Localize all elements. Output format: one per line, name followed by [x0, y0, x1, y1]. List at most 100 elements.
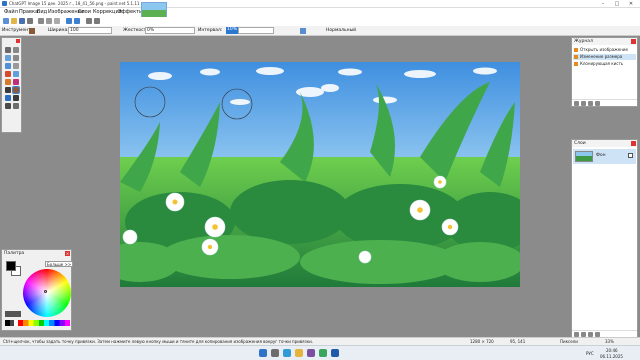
status-hint: Ctrl+щелчок, чтобы задать точку привязки…	[3, 339, 313, 344]
clock-date[interactable]: 06.11.2025	[600, 354, 623, 359]
close-icon[interactable]: ×	[65, 251, 70, 256]
zoom-level[interactable]: 33%	[605, 339, 614, 344]
palette-colors[interactable]	[5, 320, 70, 326]
explorer-icon[interactable]	[295, 349, 303, 357]
windows-start-icon[interactable]	[259, 349, 267, 357]
close-icon[interactable]	[16, 39, 20, 43]
history-title: Журнал	[572, 38, 637, 45]
close-icon[interactable]	[631, 39, 636, 44]
tool-options-bar: Инструмент: Ширина: 100 Жесткость: 0% Ин…	[0, 26, 640, 36]
cut-icon[interactable]	[38, 18, 44, 24]
redo-icon[interactable]	[74, 18, 80, 24]
save-icon[interactable]	[19, 18, 25, 24]
settings-icon[interactable]	[94, 18, 100, 24]
menu-view[interactable]: Вид	[37, 9, 47, 15]
redo-icon[interactable]	[588, 101, 593, 106]
menu-bar: Файл Правка Вид Изображение Слои Коррекц…	[0, 8, 640, 17]
app-icon[interactable]	[319, 349, 327, 357]
app-icon	[2, 1, 7, 6]
clone-stamp-icon[interactable]	[29, 28, 35, 34]
history-panel: Журнал Открыть изображение Изменение раз…	[571, 37, 638, 107]
vlc-icon[interactable]	[307, 349, 315, 357]
maximize-icon[interactable]: □	[610, 0, 624, 8]
status-bar: Ctrl+щелчок, чтобы задать точку привязки…	[0, 337, 640, 345]
paste-icon[interactable]	[54, 18, 60, 24]
tool-label: Инструмент:	[2, 28, 33, 33]
zoom-icon[interactable]	[5, 63, 11, 69]
eraser-icon[interactable]	[13, 79, 19, 85]
paintnet-icon[interactable]	[331, 349, 339, 357]
blend-mode[interactable]: Нормальный	[326, 28, 356, 33]
copy-icon[interactable]	[46, 18, 52, 24]
close-icon[interactable]: ✕	[624, 0, 638, 8]
close-icon[interactable]	[631, 141, 636, 146]
print-icon[interactable]	[27, 18, 33, 24]
edge-icon[interactable]	[283, 349, 291, 357]
history-item[interactable]: Клонирующая кисть	[573, 61, 636, 67]
image-size: 1280 × 720	[470, 339, 494, 344]
layer-visibility-checkbox[interactable]	[628, 153, 633, 158]
window-title: ChatGPT Image 15 дек. 2025 г., 18_41_56.…	[9, 1, 140, 6]
fast-forward-icon[interactable]	[595, 101, 600, 106]
search-icon[interactable]	[271, 349, 279, 357]
move-icon[interactable]	[13, 47, 19, 53]
image-canvas[interactable]	[120, 62, 520, 287]
layer-name: Фон	[596, 153, 606, 158]
palette-panel: Палитра × Больше >>	[1, 249, 74, 331]
gradient-icon[interactable]	[13, 71, 19, 77]
menu-layers[interactable]: Слои	[78, 9, 91, 15]
layers-footer	[572, 330, 637, 337]
undo-icon[interactable]	[66, 18, 72, 24]
palette-title: Палитра	[4, 251, 25, 256]
undo-icon[interactable]	[581, 101, 586, 106]
line-icon[interactable]	[5, 103, 11, 109]
pan-icon[interactable]	[13, 63, 19, 69]
hardness-field[interactable]: 0%	[145, 27, 195, 34]
color-wheel[interactable]	[23, 269, 71, 317]
width-label: Ширина:	[48, 28, 69, 33]
text-icon[interactable]	[13, 95, 19, 101]
layer-row[interactable]: Фон	[573, 149, 636, 164]
grid-icon[interactable]	[86, 18, 92, 24]
shapes-icon[interactable]	[13, 103, 19, 109]
lasso-icon[interactable]	[5, 55, 11, 61]
minimize-icon[interactable]: –	[596, 0, 610, 8]
menu-effects[interactable]: Эффекты	[118, 9, 143, 15]
cursor-position: 95, 141	[510, 339, 526, 344]
antialias-icon[interactable]	[300, 28, 306, 34]
quick-toolbar	[0, 17, 640, 26]
title-bar: ChatGPT Image 15 дек. 2025 г., 18_41_56.…	[0, 0, 640, 8]
rewind-icon[interactable]	[574, 101, 579, 106]
history-item[interactable]: Открыть изображение	[573, 47, 636, 53]
history-resize-icon	[574, 55, 578, 59]
pencil-icon[interactable]	[5, 87, 11, 93]
clone-stamp-icon[interactable]	[12, 86, 20, 94]
interval-field[interactable]: 10%	[226, 27, 238, 34]
language-indicator[interactable]: РУС	[586, 351, 594, 356]
width-field[interactable]: 100	[68, 27, 112, 34]
brush-icon[interactable]	[5, 79, 11, 85]
taskbar: РУС 20:46 06.11.2025	[0, 345, 640, 360]
color-wheel-marker[interactable]	[44, 290, 47, 293]
toolbox-panel	[1, 37, 22, 133]
interval-slider-track[interactable]	[238, 27, 274, 34]
layers-panel: Слои Фон	[571, 139, 638, 338]
magic-wand-icon[interactable]	[13, 55, 19, 61]
primary-color-swatch[interactable]	[6, 261, 16, 271]
clock-time[interactable]: 20:46	[606, 348, 618, 353]
recolor-icon[interactable]	[5, 95, 11, 101]
history-item[interactable]: Изменение размера	[573, 54, 636, 60]
menu-edit[interactable]: Правка	[19, 9, 38, 15]
bucket-icon[interactable]	[5, 71, 11, 77]
select-icon[interactable]	[5, 47, 11, 53]
new-icon[interactable]	[3, 18, 9, 24]
clone-stamp-icon	[574, 62, 578, 66]
layers-title: Слои	[572, 140, 637, 147]
meadow-image	[120, 62, 520, 287]
menu-file[interactable]: Файл	[4, 9, 18, 15]
open-icon[interactable]	[11, 18, 17, 24]
layer-thumbnail	[575, 151, 593, 162]
units-select[interactable]: Пиксели	[560, 339, 578, 344]
more-colors-button[interactable]: Больше >>	[45, 261, 74, 267]
palette-tools[interactable]	[5, 311, 21, 317]
